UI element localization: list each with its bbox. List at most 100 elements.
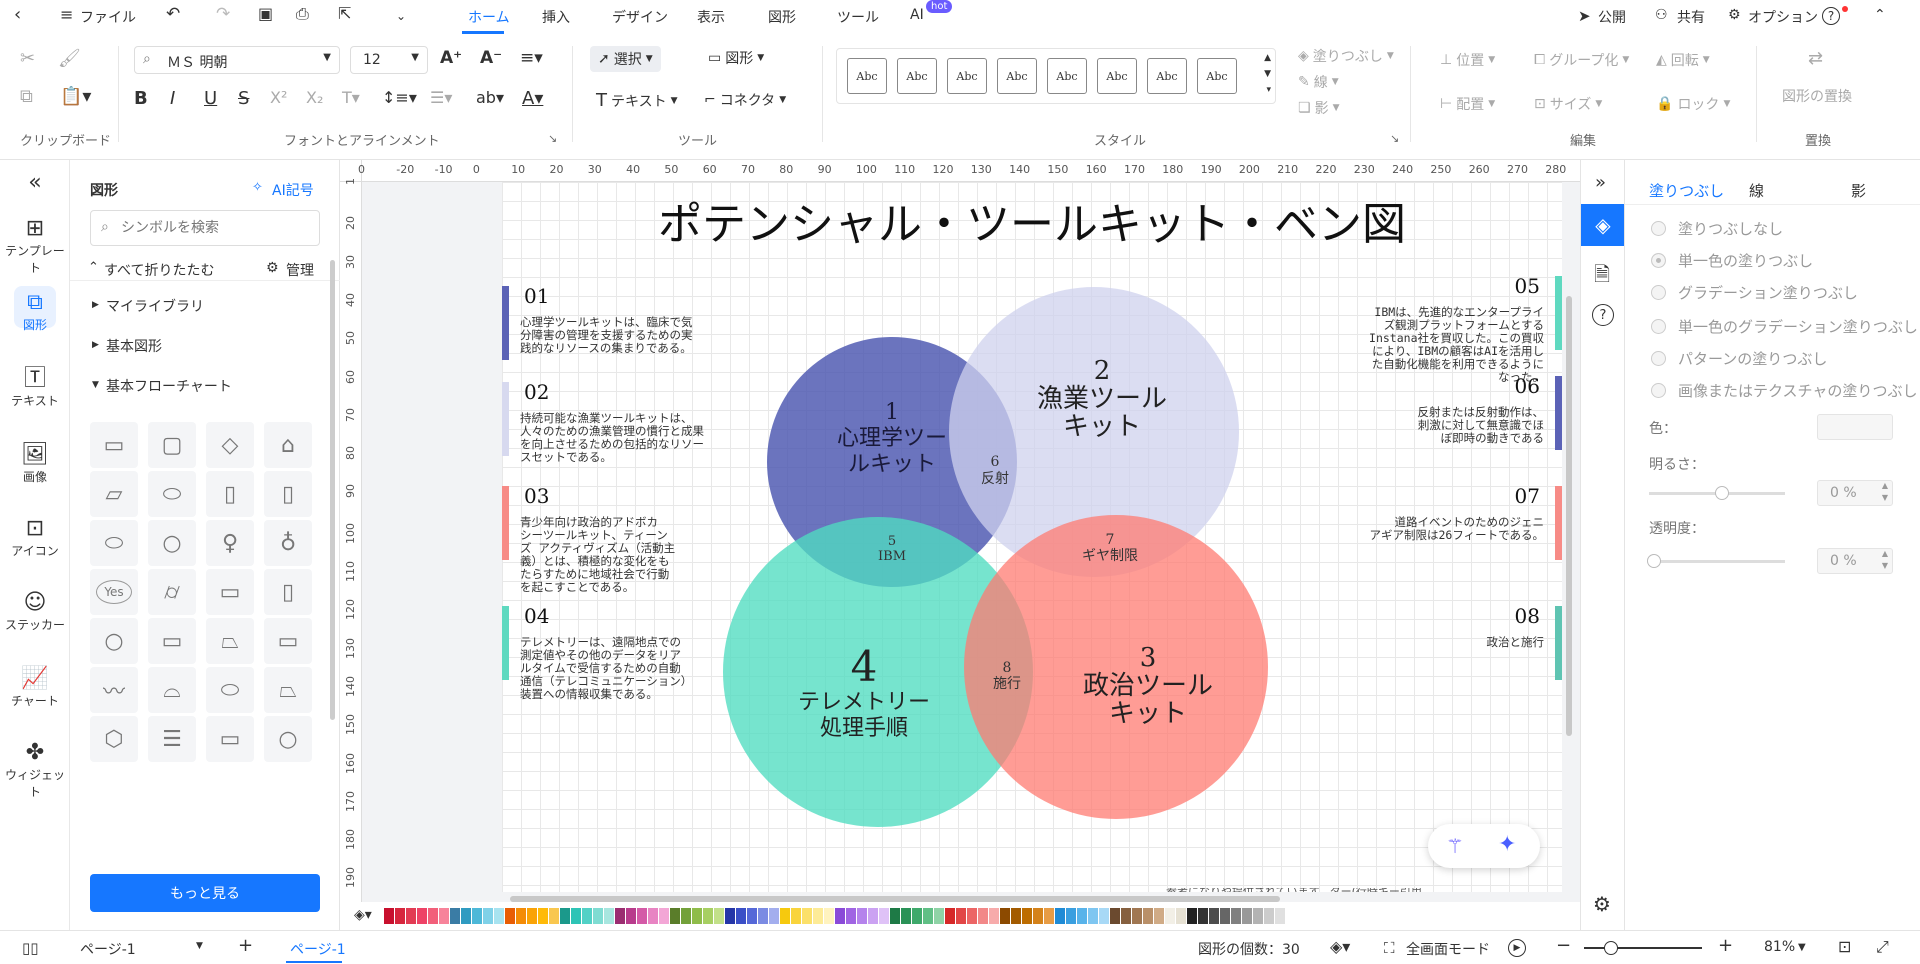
- zoom-in-icon[interactable]: +: [1718, 935, 1733, 956]
- size-button[interactable]: ⊡ サイズ ▼: [1534, 94, 1602, 114]
- fill-option-pattern[interactable]: パターンの塗りつぶし: [1651, 348, 1827, 369]
- expand-panel-icon[interactable]: »: [1595, 172, 1606, 193]
- shape-item[interactable]: ⌭: [148, 569, 196, 615]
- sparkle-icon[interactable]: ✦: [1498, 832, 1516, 857]
- fill-panel-icon[interactable]: ◈: [1581, 204, 1625, 246]
- style-preset[interactable]: Abc: [897, 58, 937, 94]
- stepper-down-icon[interactable]: ▼: [1882, 493, 1888, 502]
- palette-swatch[interactable]: [637, 908, 647, 924]
- shape-item[interactable]: ♁: [264, 520, 312, 566]
- palette-swatch[interactable]: [560, 908, 570, 924]
- palette-swatch[interactable]: [912, 908, 922, 924]
- palette-swatch[interactable]: [824, 908, 834, 924]
- palette-swatch[interactable]: [747, 908, 757, 924]
- chevron-down-icon[interactable]: ▼: [1798, 942, 1806, 953]
- vertical-scrollbar[interactable]: [1566, 296, 1572, 736]
- shape-item[interactable]: 〰: [90, 667, 138, 713]
- note-block[interactable]: 03 青少年向け政治的アドボカ シーツールキット、ティーンズ アクティヴィズム（活動…: [502, 484, 742, 594]
- shape-item[interactable]: ⏢: [206, 618, 254, 664]
- palette-swatch[interactable]: [395, 908, 405, 924]
- zoom-out-icon[interactable]: −: [1556, 935, 1571, 956]
- menu-icon[interactable]: ≡: [60, 5, 73, 24]
- note-block[interactable]: 05 IBMは、先進的なエンタープライ ズ観測プラットフォームとする Instana社…: [1322, 274, 1562, 384]
- shape-item[interactable]: ▭: [90, 422, 138, 468]
- palette-swatch[interactable]: [1055, 908, 1065, 924]
- palette-swatch[interactable]: [1121, 908, 1131, 924]
- palette-swatch[interactable]: [1176, 908, 1186, 924]
- nav-icon[interactable]: ⊡ アイコン: [0, 516, 70, 559]
- palette-swatch[interactable]: [461, 908, 471, 924]
- palette-swatch[interactable]: [923, 908, 933, 924]
- palette-swatch[interactable]: [472, 908, 482, 924]
- text-style-icon[interactable]: T▾: [342, 88, 360, 107]
- palette-swatch[interactable]: [483, 908, 493, 924]
- more-down-icon[interactable]: ⌄: [396, 9, 406, 23]
- symbol-search-input[interactable]: [121, 217, 311, 239]
- style-preset[interactable]: Abc: [997, 58, 1037, 94]
- tab-design[interactable]: デザイン: [612, 7, 668, 27]
- palette-swatch[interactable]: [956, 908, 966, 924]
- palette-swatch[interactable]: [1165, 908, 1175, 924]
- palette-swatch[interactable]: [648, 908, 658, 924]
- fit-page-icon[interactable]: ⊡: [1838, 937, 1851, 956]
- library-basic-shapes[interactable]: 基本図形: [106, 336, 162, 356]
- nav-template[interactable]: ⊞ テンプレート: [0, 216, 70, 276]
- palette-swatch[interactable]: [736, 908, 746, 924]
- palette-swatch[interactable]: [879, 908, 889, 924]
- scroll-down-icon[interactable]: ▼: [1264, 69, 1271, 79]
- select-tool-button[interactable]: ➚ 選択 ▼: [590, 46, 661, 72]
- shape-item[interactable]: ▯: [206, 471, 254, 517]
- palette-swatch[interactable]: [967, 908, 977, 924]
- back-icon[interactable]: ‹: [14, 4, 21, 25]
- palette-swatch[interactable]: [846, 908, 856, 924]
- fill-option-solid-gradient[interactable]: 単一色のグラデーション塗りつぶし: [1651, 316, 1918, 337]
- style-preset[interactable]: Abc: [1197, 58, 1237, 94]
- zoom-slider-thumb[interactable]: [1604, 941, 1618, 955]
- fullscreen-button[interactable]: 全画面モード: [1406, 939, 1490, 959]
- palette-swatch[interactable]: [857, 908, 867, 924]
- transparency-slider-track[interactable]: [1649, 560, 1785, 563]
- align-icon[interactable]: ≡▾: [520, 48, 543, 68]
- palette-swatch[interactable]: [1143, 908, 1153, 924]
- transparency-slider-thumb[interactable]: [1647, 554, 1661, 568]
- library-my[interactable]: マイライブラリ: [106, 296, 204, 316]
- palette-swatch[interactable]: [1264, 908, 1274, 924]
- stepper-down-icon[interactable]: ▼: [1882, 561, 1888, 570]
- palette-swatch[interactable]: [1022, 908, 1032, 924]
- shape-item[interactable]: ▭: [264, 618, 312, 664]
- bullets-icon[interactable]: ☰▾: [430, 88, 452, 107]
- publish-icon[interactable]: ➤: [1578, 7, 1591, 25]
- zoom-slider-track[interactable]: [1584, 947, 1702, 949]
- palette-swatch[interactable]: [670, 908, 680, 924]
- palette-swatch[interactable]: [1044, 908, 1054, 924]
- paste-icon[interactable]: 📋▾: [60, 86, 91, 107]
- increase-font-icon[interactable]: A⁺: [440, 48, 462, 68]
- palette-swatch[interactable]: [615, 908, 625, 924]
- cut-icon[interactable]: ✂: [20, 48, 35, 69]
- line-button[interactable]: ✎ 線 ▼: [1298, 72, 1339, 92]
- more-styles-icon[interactable]: ▾: [1266, 85, 1271, 95]
- style-preset[interactable]: Abc: [1147, 58, 1187, 94]
- palette-swatch[interactable]: [692, 908, 702, 924]
- palette-swatch[interactable]: [1088, 908, 1098, 924]
- palette-swatch[interactable]: [1000, 908, 1010, 924]
- bold-icon[interactable]: B: [134, 88, 148, 109]
- tab-shadow[interactable]: 影: [1851, 180, 1866, 201]
- line-spacing-icon[interactable]: ↕≡▾: [382, 88, 417, 107]
- redo-icon[interactable]: ↷: [216, 4, 230, 24]
- nav-text[interactable]: 🅃 テキスト: [0, 366, 70, 409]
- play-icon[interactable]: ▶: [1508, 939, 1526, 957]
- shape-item[interactable]: ▱: [90, 471, 138, 517]
- palette-swatch[interactable]: [758, 908, 768, 924]
- palette-swatch[interactable]: [505, 908, 515, 924]
- palette-swatch[interactable]: [901, 908, 911, 924]
- fullscreen-icon[interactable]: ⛶: [1384, 939, 1395, 957]
- palette-swatch[interactable]: [714, 908, 724, 924]
- document-icon[interactable]: 🗎: [1594, 260, 1610, 294]
- palette-swatch[interactable]: [1198, 908, 1208, 924]
- help-icon[interactable]: ?: [1822, 7, 1840, 25]
- subscript-icon[interactable]: X₂: [306, 88, 323, 107]
- tab-shape[interactable]: 図形: [768, 7, 796, 27]
- palette-swatch[interactable]: [494, 908, 504, 924]
- palette-swatch[interactable]: [1132, 908, 1142, 924]
